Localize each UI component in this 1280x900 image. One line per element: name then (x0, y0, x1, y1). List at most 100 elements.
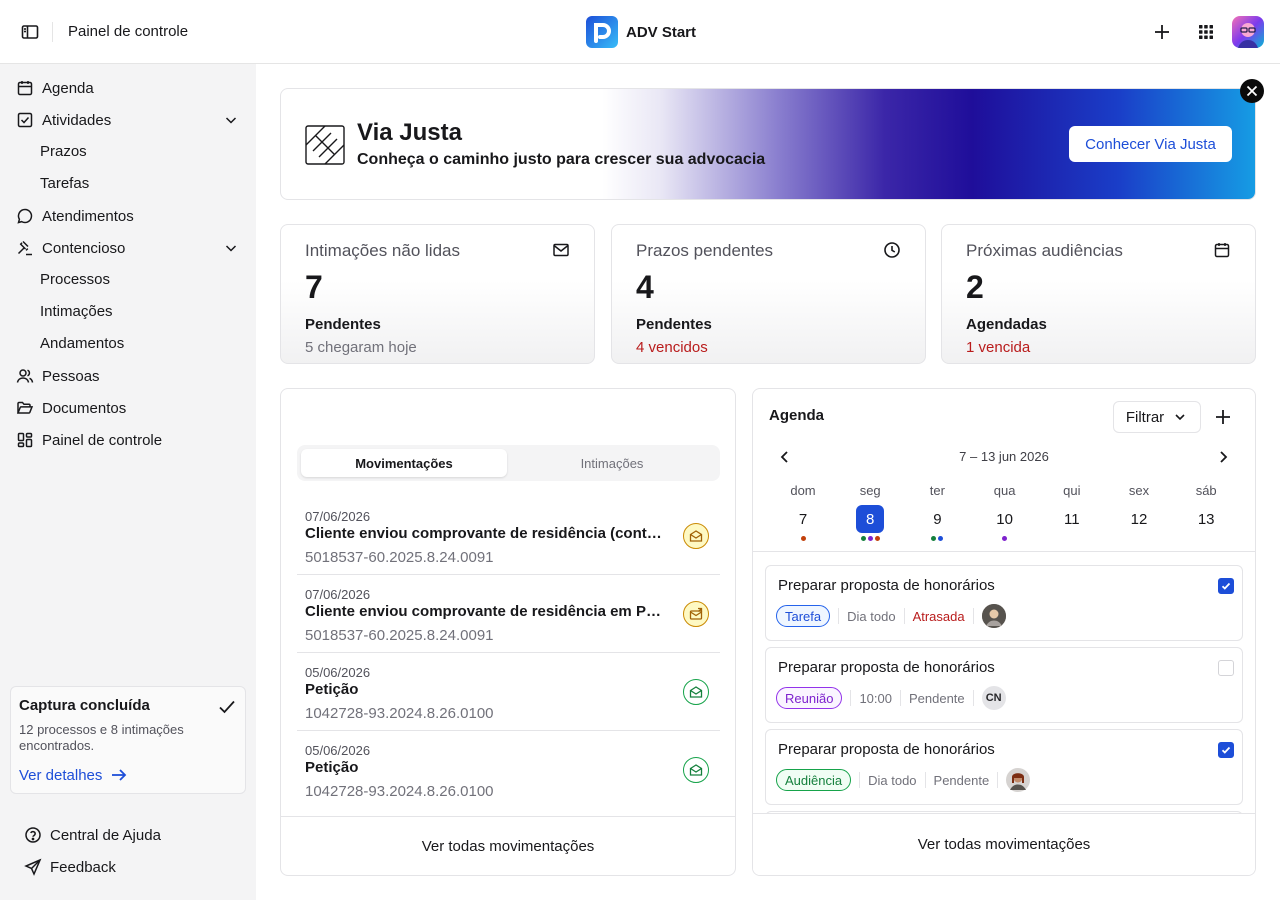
day-name: ter (929, 483, 945, 498)
movements-tabs: Movimentações Intimações (297, 445, 720, 481)
sidebar-item-tarefas[interactable]: Tarefas (40, 172, 89, 196)
gavel-icon (16, 239, 34, 257)
discover-via-justa-button[interactable]: Conhecer Via Justa (1069, 126, 1232, 162)
sidebar-item-label: Painel de controle (42, 431, 163, 449)
chevron-down-icon[interactable] (222, 111, 240, 129)
event-dot (1002, 536, 1008, 541)
assignee-avatar (1006, 768, 1031, 792)
top-bar: Painel de controle ADV Start (0, 0, 1280, 64)
event-item[interactable]: Preparar proposta de honorários Tarefa D… (765, 565, 1243, 641)
user-avatar[interactable] (1232, 16, 1264, 48)
event-dot (938, 536, 944, 541)
stat-card-unread-notices[interactable]: Intimações não lidas 7 Pendentes 5 chega… (280, 224, 595, 364)
day-number: 9 (933, 510, 942, 528)
view-all-movements-button[interactable]: Ver todas movimentações (281, 816, 735, 875)
day-qua[interactable]: qua 10 (985, 483, 1025, 542)
process-number: 5018537-60.2025.8.24.0091 (305, 549, 494, 566)
chevron-down-icon (1172, 409, 1188, 425)
list-item[interactable]: 05/06/2026 Petição 1042728-93.2024.8.26.… (297, 653, 720, 731)
sidebar-item-atendimentos[interactable]: Atendimentos (16, 204, 240, 228)
day-seg[interactable]: seg 8 (850, 483, 890, 542)
event-checkbox[interactable] (1218, 742, 1234, 758)
event-item[interactable]: Preparar proposta de honorários Audiênci… (765, 729, 1243, 805)
sidebar-item-prazos[interactable]: Prazos (40, 140, 87, 164)
meta-divider (903, 608, 905, 624)
day-name: dom (790, 483, 816, 498)
sidebar-item-label: Documentos (42, 399, 127, 417)
sidebar-toggle-icon[interactable] (20, 22, 40, 42)
stat-card-upcoming-hearings[interactable]: Próximas audiências 2 Agendadas 1 vencid… (941, 224, 1256, 364)
close-icon (1245, 84, 1259, 98)
tab-movimentacoes[interactable]: Movimentações (301, 449, 507, 477)
chevron-right-icon[interactable] (1215, 449, 1231, 465)
feedback-link[interactable]: Feedback (24, 858, 116, 876)
chat-bubble-icon (16, 207, 34, 225)
stat-label: Próximas audiências (966, 241, 1123, 260)
close-banner-button[interactable] (1240, 79, 1264, 103)
stat-caption: Pendentes (305, 316, 381, 333)
agenda-card: Agenda Filtrar 7 – 13 jun 2026 dom 7 seg 8 t… (752, 388, 1256, 876)
day-sáb[interactable]: sáb 13 (1186, 483, 1226, 542)
main-content: Via Justa Conheça o caminho justo para c… (256, 64, 1280, 900)
sidebar-item-painel[interactable]: Painel de controle (16, 428, 240, 452)
day-name: seg (859, 483, 881, 498)
list-item[interactable]: 07/06/2026 Cliente enviou comprovante de… (297, 497, 720, 575)
list-item[interactable]: 05/06/2026 Petição 1042728-93.2024.8.26.… (297, 731, 720, 809)
brand[interactable]: ADV Start (586, 16, 696, 48)
stat-caption: Agendadas (966, 316, 1047, 333)
add-icon[interactable] (1151, 21, 1173, 43)
day-sex[interactable]: sex 12 (1119, 483, 1159, 542)
help-center-link[interactable]: Central de Ajuda (24, 826, 161, 844)
view-details-link[interactable]: Ver detalhes (19, 766, 237, 784)
capture-description: 12 processos e 8 intimações encontrados. (19, 722, 184, 753)
chevron-left-icon[interactable] (777, 449, 793, 465)
view-all-agenda-button[interactable]: Ver todas movimentações (753, 813, 1255, 875)
banner-subtitle: Conheça o caminho justo para crescer sua… (357, 151, 766, 168)
sidebar-item-andamentos[interactable]: Andamentos (40, 332, 124, 356)
stat-card-pending-deadlines[interactable]: Prazos pendentes 4 Pendentes 4 vencidos (611, 224, 926, 364)
sidebar-item-pessoas[interactable]: Pessoas (16, 364, 240, 388)
sidebar-item-label: Contencioso (42, 239, 126, 257)
users-icon (16, 367, 34, 385)
chevron-down-icon[interactable] (222, 239, 240, 257)
event-dot (931, 536, 937, 541)
event-tag: Tarefa (776, 605, 831, 627)
day-ter[interactable]: ter 9 (917, 483, 957, 542)
help-circle-icon (24, 826, 42, 844)
day-number: 10 (996, 510, 1013, 528)
check-icon (217, 697, 237, 717)
sidebar-item-processos[interactable]: Processos (40, 268, 110, 292)
movement-date: 07/06/2026 (305, 587, 371, 602)
day-number: 8 (856, 505, 885, 533)
agenda-title: Agenda (769, 407, 825, 424)
view-details-label: Ver detalhes (19, 766, 103, 784)
movements-card: Movimentações Intimações 07/06/2026 Clie… (280, 388, 736, 876)
event-checkbox[interactable] (1218, 660, 1234, 676)
sidebar-item-intimacoes[interactable]: Intimações (40, 300, 113, 324)
day-qui[interactable]: qui 11 (1052, 483, 1092, 542)
process-number: 5018537-60.2025.8.24.0091 (305, 627, 494, 644)
event-item[interactable]: Preparar proposta de honorários Reunião … (765, 647, 1243, 723)
stat-subtext: 5 chegaram hoje (305, 339, 417, 356)
event-time: Dia todo (847, 608, 896, 624)
day-name: qua (993, 483, 1016, 498)
sidebar-item-atividades[interactable]: Atividades (16, 108, 240, 132)
meta-divider (924, 772, 926, 788)
apps-grid-icon[interactable] (1196, 22, 1216, 42)
event-status: Pendente (908, 690, 965, 706)
event-dot (867, 536, 873, 541)
movement-date: 05/06/2026 (305, 665, 371, 680)
filter-button[interactable]: Filtrar (1113, 401, 1201, 433)
stat-label: Prazos pendentes (636, 241, 774, 260)
tab-intimacoes[interactable]: Intimações (509, 449, 715, 477)
list-item[interactable]: 07/06/2026 Cliente enviou comprovante de… (297, 575, 720, 653)
week-range: 7 – 13 jun 2026 (959, 449, 1049, 464)
event-dots (1052, 536, 1092, 542)
movement-date: 07/06/2026 (305, 509, 371, 524)
sidebar-item-documentos[interactable]: Documentos (16, 396, 240, 420)
sidebar-item-agenda[interactable]: Agenda (16, 76, 240, 100)
add-event-icon[interactable] (1213, 407, 1233, 427)
sidebar-item-contencioso[interactable]: Contencioso (16, 236, 240, 260)
event-checkbox[interactable] (1218, 578, 1234, 594)
day-dom[interactable]: dom 7 (783, 483, 823, 542)
